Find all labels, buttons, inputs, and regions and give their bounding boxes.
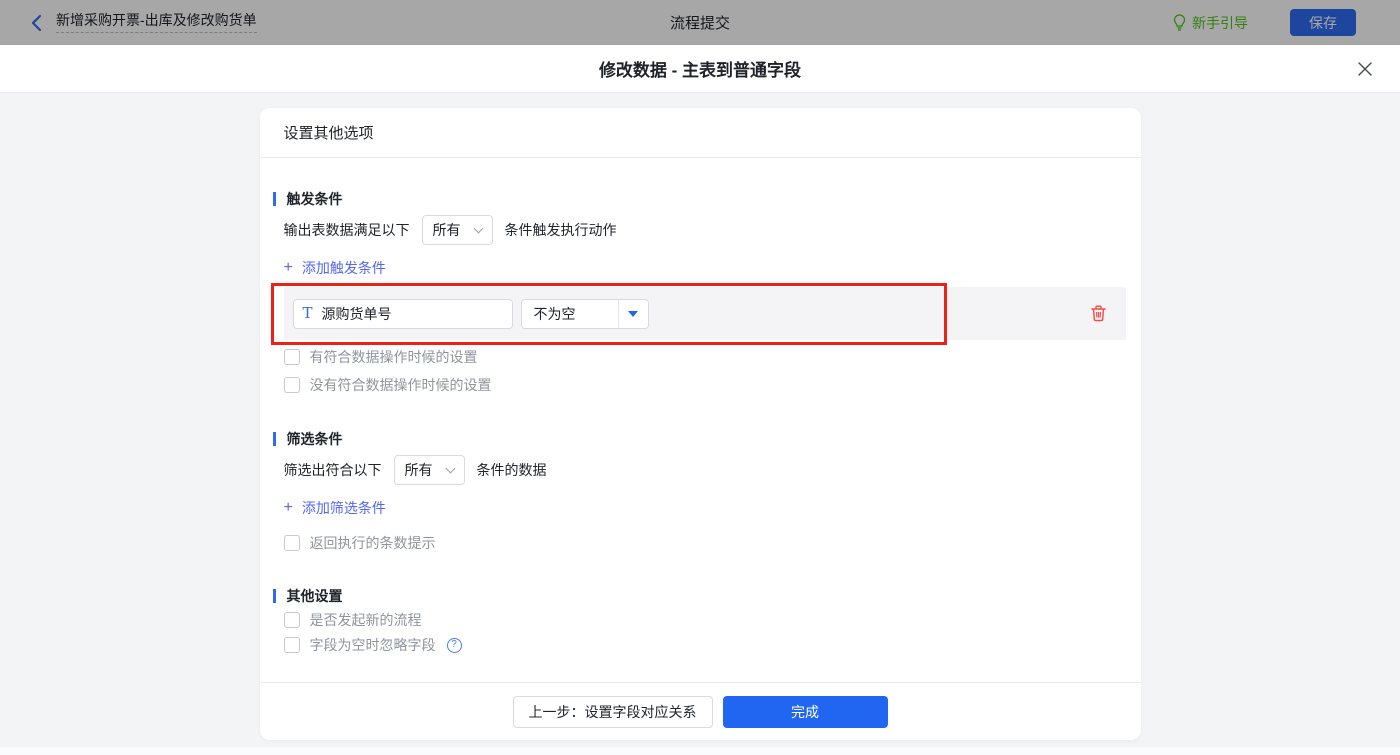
- checkbox-ignore-empty-label: 字段为空时忽略字段: [310, 637, 436, 653]
- checkbox-count-tip-label: 返回执行的条数提示: [310, 535, 436, 551]
- card-header: 设置其他选项: [260, 108, 1141, 158]
- condition-field-input[interactable]: T 源购货单号: [293, 299, 513, 329]
- beginner-guide-link[interactable]: 新手引导: [1173, 13, 1248, 33]
- top-navbar: 新增采购开票-出库及修改购货单 流程提交 新手引导 保存: [0, 0, 1400, 45]
- checkbox-has-match-label: 有符合数据操作时候的设置: [310, 349, 478, 365]
- lightbulb-icon: [1173, 14, 1186, 31]
- checkbox-no-match-setting[interactable]: 没有符合数据操作时候的设置: [284, 377, 492, 393]
- text-field-type-icon: T: [303, 306, 313, 321]
- trigger-match-suffix: 条件触发执行动作: [505, 220, 617, 240]
- options-card: 设置其他选项 触发条件 输出表数据满足以下 所有 条件触发执行动作 + 添加触发…: [260, 108, 1141, 740]
- section-title-trigger: 触发条件: [273, 191, 1117, 207]
- other-section-label: 其他设置: [287, 588, 343, 604]
- checkbox-count-tip[interactable]: 返回执行的条数提示: [284, 535, 436, 551]
- save-button[interactable]: 保存: [1290, 9, 1356, 36]
- checkbox-icon[interactable]: [284, 377, 300, 393]
- help-icon[interactable]: ?: [447, 638, 462, 653]
- triangle-down-icon: [628, 311, 638, 322]
- card-content: 触发条件 输出表数据满足以下 所有 条件触发执行动作 + 添加触发条件 T 源: [260, 158, 1141, 682]
- condition-field-value: 源购货单号: [322, 304, 392, 324]
- workflow-title[interactable]: 新增采购开票-出库及修改购货单: [56, 12, 257, 33]
- checkbox-icon[interactable]: [284, 535, 300, 551]
- plus-icon: +: [284, 261, 293, 275]
- section-title-filter: 筛选条件: [273, 431, 1117, 447]
- section-accent-bar: [273, 589, 276, 603]
- trigger-match-row: 输出表数据满足以下 所有 条件触发执行动作: [284, 215, 1117, 245]
- done-button[interactable]: 完成: [723, 696, 888, 728]
- beginner-guide-label: 新手引导: [1192, 13, 1248, 33]
- add-trigger-condition-link[interactable]: + 添加触发条件: [284, 260, 386, 276]
- bottom-strip: [0, 747, 1400, 755]
- checkbox-icon[interactable]: [284, 612, 300, 628]
- trigger-match-mode-value: 所有: [433, 220, 461, 240]
- topbar-actions: 新手引导 保存: [1173, 9, 1356, 36]
- operator-dropdown-button[interactable]: [618, 300, 648, 328]
- filter-match-row: 筛选出符合以下 所有 条件的数据: [284, 455, 1117, 485]
- add-filter-condition-label: 添加筛选条件: [302, 500, 386, 516]
- card-footer: 上一步：设置字段对应关系 完成: [260, 682, 1141, 740]
- checkbox-new-flow-label: 是否发起新的流程: [310, 612, 422, 628]
- close-icon[interactable]: [1355, 59, 1375, 79]
- section-title-other: 其他设置: [273, 588, 1117, 604]
- condition-operator-value: 不为空: [522, 300, 618, 328]
- section-accent-bar: [273, 432, 276, 446]
- checkbox-no-match-label: 没有符合数据操作时候的设置: [310, 377, 492, 393]
- back-icon[interactable]: [26, 13, 46, 33]
- add-filter-condition-link[interactable]: + 添加筛选条件: [284, 500, 386, 516]
- checkbox-icon[interactable]: [284, 637, 300, 653]
- checkbox-has-match-setting[interactable]: 有符合数据操作时候的设置: [284, 349, 478, 365]
- checkbox-icon[interactable]: [284, 349, 300, 365]
- plus-icon: +: [284, 501, 293, 515]
- checkbox-ignore-empty[interactable]: 字段为空时忽略字段 ?: [284, 637, 462, 653]
- modal-body: 设置其他选项 触发条件 输出表数据满足以下 所有 条件触发执行动作 + 添加触发…: [0, 93, 1400, 755]
- delete-condition-icon[interactable]: [1090, 305, 1108, 323]
- condition-operator-select[interactable]: 不为空: [521, 299, 649, 329]
- previous-step-button[interactable]: 上一步：设置字段对应关系: [513, 696, 713, 728]
- chevron-down-icon: [445, 463, 455, 473]
- filter-match-suffix: 条件的数据: [477, 460, 547, 480]
- chevron-down-icon: [473, 223, 483, 233]
- modal-header: 修改数据 - 主表到普通字段: [0, 45, 1400, 93]
- filter-match-prefix: 筛选出符合以下: [284, 460, 382, 480]
- filter-match-mode-select[interactable]: 所有: [394, 455, 465, 485]
- modal-title: 修改数据 - 主表到普通字段: [599, 56, 801, 81]
- trigger-match-mode-select[interactable]: 所有: [422, 215, 493, 245]
- section-accent-bar: [273, 192, 276, 206]
- trigger-match-prefix: 输出表数据满足以下: [284, 220, 410, 240]
- trigger-condition-row: T 源购货单号 不为空: [284, 287, 1126, 340]
- filter-section-label: 筛选条件: [287, 431, 343, 447]
- trigger-section-label: 触发条件: [287, 191, 343, 207]
- checkbox-new-flow[interactable]: 是否发起新的流程: [284, 612, 422, 628]
- filter-match-mode-value: 所有: [405, 460, 433, 480]
- add-trigger-condition-label: 添加触发条件: [302, 260, 386, 276]
